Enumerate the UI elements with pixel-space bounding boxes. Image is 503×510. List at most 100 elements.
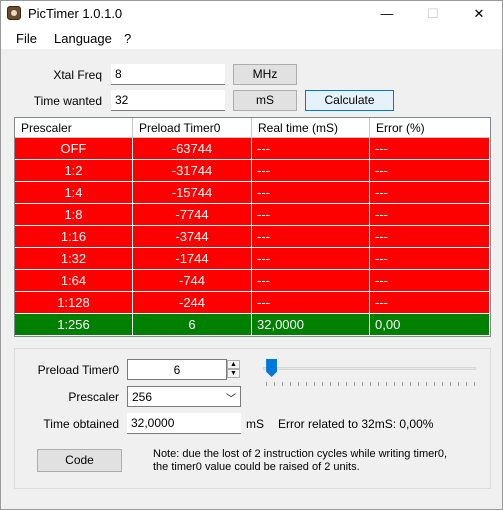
slider-tick	[362, 382, 363, 386]
table-cell-prescaler[interactable]: 1:256	[15, 314, 133, 336]
table-row[interactable]: 1:4 -15744 --- ---	[15, 182, 490, 204]
table-cell-prescaler[interactable]: 1:2	[15, 160, 133, 182]
minimize-button[interactable]: —	[364, 1, 410, 27]
header-error[interactable]: Error (%)	[370, 118, 490, 138]
table-cell-error[interactable]: ---	[370, 248, 490, 270]
slider-tick	[434, 382, 435, 386]
chevron-down-icon: ﹀	[226, 394, 236, 405]
table-cell-prescaler[interactable]: 1:64	[15, 270, 133, 292]
menu-help[interactable]: ?	[124, 31, 131, 46]
preload-timer0-input[interactable]	[127, 359, 227, 380]
app-icon	[7, 6, 21, 20]
table-cell-prescaler[interactable]: 1:16	[15, 226, 133, 248]
slider-tick	[378, 382, 379, 386]
maximize-button: ☐	[427, 6, 439, 21]
table-row[interactable]: 1:16 -3744 --- ---	[15, 226, 490, 248]
time-wanted-input[interactable]	[111, 90, 225, 111]
title-bar: PicTimer 1.0.1.0 — ☐ ✕	[1, 1, 502, 27]
slider-tick	[266, 382, 267, 386]
app-window: PicTimer 1.0.1.0 — ☐ ✕ File Language ? X…	[0, 0, 503, 510]
table-cell-error[interactable]: ---	[370, 138, 490, 160]
menu-language[interactable]: Language	[54, 31, 112, 46]
table-cell-real-time[interactable]: ---	[252, 204, 370, 226]
header-real-time[interactable]: Real time (mS)	[252, 118, 370, 138]
table-cell-error[interactable]: ---	[370, 270, 490, 292]
table-cell-prescaler[interactable]: 1:32	[15, 248, 133, 270]
table-row[interactable]: OFF -63744 --- ---	[15, 138, 490, 160]
table-row[interactable]: 1:64 -744 --- ---	[15, 270, 490, 292]
ms-button[interactable]: mS	[233, 90, 297, 111]
table-cell-error[interactable]: 0,00	[370, 314, 490, 336]
table-cell-preload[interactable]: -3744	[133, 226, 252, 248]
spin-up-button[interactable]: ▲	[227, 360, 240, 369]
results-table[interactable]: Prescaler Preload Timer0 Real time (mS) …	[14, 117, 491, 337]
table-row[interactable]: 1:8 -7744 --- ---	[15, 204, 490, 226]
slider-tick	[418, 382, 419, 386]
table-cell-preload[interactable]: -744	[133, 270, 252, 292]
slider-tick	[306, 382, 307, 386]
slider-tick	[330, 382, 331, 386]
xtal-freq-input[interactable]	[111, 64, 225, 85]
table-cell-preload[interactable]: -244	[133, 292, 252, 314]
calculate-button[interactable]: Calculate	[305, 90, 394, 111]
table-cell-error[interactable]: ---	[370, 182, 490, 204]
table-cell-error[interactable]: ---	[370, 160, 490, 182]
menu-bar: File Language ?	[1, 27, 502, 49]
header-prescaler[interactable]: Prescaler	[15, 118, 133, 138]
time-obtained-label: Time obtained	[43, 417, 119, 431]
table-cell-real-time[interactable]: ---	[252, 160, 370, 182]
time-wanted-label: Time wanted	[33, 94, 102, 108]
preload-slider-track[interactable]	[263, 367, 476, 370]
slider-tick	[466, 382, 467, 386]
table-cell-prescaler[interactable]: OFF	[15, 138, 133, 160]
table-cell-real-time[interactable]: ---	[252, 226, 370, 248]
menu-file[interactable]: File	[16, 31, 37, 46]
table-header: Prescaler Preload Timer0 Real time (mS) …	[15, 118, 490, 138]
table-cell-preload[interactable]: -7744	[133, 204, 252, 226]
spin-down-button[interactable]: ▼	[227, 369, 240, 378]
table-cell-real-time[interactable]: ---	[252, 270, 370, 292]
table-row[interactable]: 1:2 -31744 --- ---	[15, 160, 490, 182]
slider-tick	[410, 382, 411, 386]
header-preload[interactable]: Preload Timer0	[133, 118, 252, 138]
table-cell-preload[interactable]: 6	[133, 314, 252, 336]
slider-tick	[338, 382, 339, 386]
table-cell-preload[interactable]: -1744	[133, 248, 252, 270]
table-row[interactable]: 1:256 6 32,0000 0,00	[15, 314, 490, 336]
slider-tick	[346, 382, 347, 386]
table-row[interactable]: 1:32 -1744 --- ---	[15, 248, 490, 270]
table-cell-error[interactable]: ---	[370, 292, 490, 314]
error-text: Error related to 32mS: 0,00%	[278, 417, 434, 431]
slider-tick	[458, 382, 459, 386]
table-cell-preload[interactable]: -15744	[133, 182, 252, 204]
close-button[interactable]: ✕	[456, 1, 502, 27]
table-cell-real-time[interactable]: ---	[252, 138, 370, 160]
table-cell-preload[interactable]: -63744	[133, 138, 252, 160]
slider-tick	[386, 382, 387, 386]
slider-tick	[322, 382, 323, 386]
table-cell-preload[interactable]: -31744	[133, 160, 252, 182]
slider-tick	[274, 382, 275, 386]
xtal-freq-label: Xtal Freq	[53, 68, 102, 82]
time-obtained-field[interactable]	[127, 413, 241, 434]
table-cell-prescaler[interactable]: 1:8	[15, 204, 133, 226]
table-cell-prescaler[interactable]: 1:128	[15, 292, 133, 314]
slider-tick	[298, 382, 299, 386]
table-cell-error[interactable]: ---	[370, 226, 490, 248]
slider-tick	[402, 382, 403, 386]
mhz-button[interactable]: MHz	[233, 64, 297, 85]
table-cell-real-time[interactable]: 32,0000	[252, 314, 370, 336]
table-cell-error[interactable]: ---	[370, 204, 490, 226]
prescaler-label: Prescaler	[68, 390, 119, 404]
slider-tick	[282, 382, 283, 386]
prescaler-select[interactable]: 256 ﹀	[127, 386, 241, 407]
slider-tick	[394, 382, 395, 386]
slider-tick	[354, 382, 355, 386]
table-row[interactable]: 1:128 -244 --- ---	[15, 292, 490, 314]
table-cell-real-time[interactable]: ---	[252, 292, 370, 314]
table-cell-prescaler[interactable]: 1:4	[15, 182, 133, 204]
table-cell-real-time[interactable]: ---	[252, 248, 370, 270]
table-cell-real-time[interactable]: ---	[252, 182, 370, 204]
window-title: PicTimer 1.0.1.0	[28, 6, 123, 21]
code-button[interactable]: Code	[37, 449, 122, 472]
